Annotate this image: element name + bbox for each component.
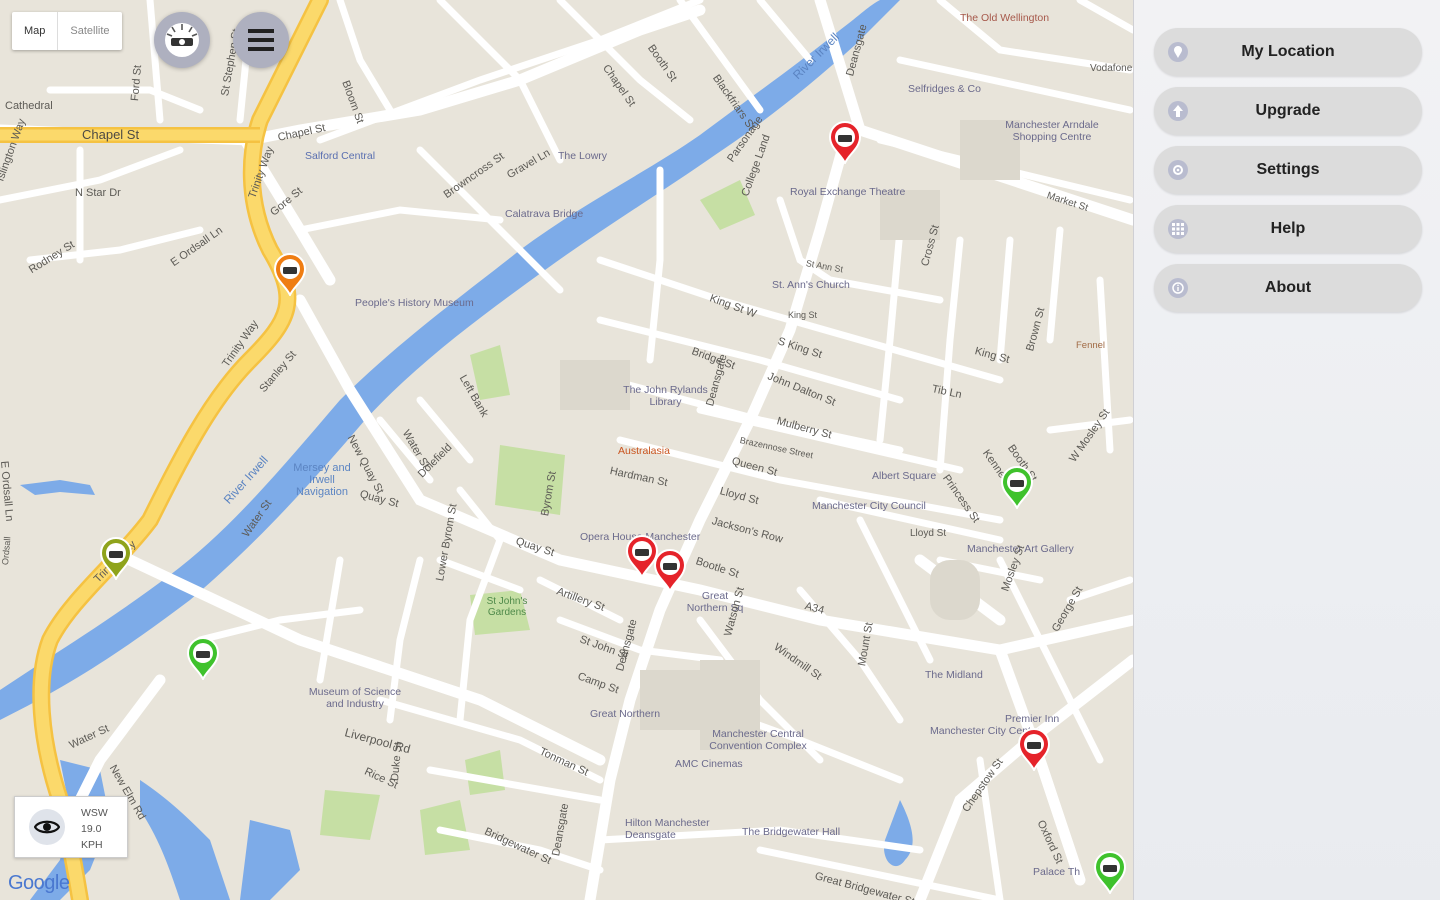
eye-icon[interactable] <box>29 809 65 845</box>
poi-label: Cathedral <box>5 100 53 112</box>
about-button[interactable]: About <box>1154 264 1422 312</box>
poi-label: Manchester City Council <box>812 500 926 512</box>
park-label: St John's Gardens <box>486 596 528 618</box>
settings-label: Settings <box>1256 161 1320 178</box>
poi-label: The John Rylands Library <box>623 384 708 408</box>
poi-label: Manchester Central Convention Complex <box>709 728 807 752</box>
poi-label: Salford Central <box>305 150 376 162</box>
wind-info-box: WSW 19.0 KPH <box>14 796 128 858</box>
camera-marker-green[interactable] <box>1093 850 1127 894</box>
poi-label: Fennel <box>1076 340 1106 351</box>
poi-label: The Lowry <box>558 150 608 162</box>
side-menu-panel: My Location Upgrade Settings Help About <box>1133 0 1440 900</box>
water-label: Mersey and Irwell Navigation <box>293 462 351 498</box>
map-view[interactable]: Chapel St Chapel St Cathedral Salford Ce… <box>0 0 1133 900</box>
app-window: Chapel St Chapel St Cathedral Salford Ce… <box>0 0 1440 900</box>
street-label: Lloyd St <box>910 528 947 539</box>
my-location-label: My Location <box>1241 43 1335 60</box>
street-label: King St <box>788 310 818 320</box>
menu-button[interactable] <box>233 12 289 68</box>
poi-label: The Bridgewater Hall <box>742 826 841 838</box>
wind-speed: 19.0 <box>81 823 102 835</box>
street-label: Chapel St <box>82 127 140 142</box>
map-type-toggle[interactable]: Map Satellite <box>12 12 122 50</box>
settings-gear-icon <box>1168 160 1188 180</box>
poi-label: Great Northern <box>590 708 661 720</box>
poi-label: Museum of Science and Industry <box>308 686 402 710</box>
camera-marker-red[interactable] <box>653 548 687 592</box>
poi-label: Calatrava Bridge <box>505 208 584 220</box>
poi-label: Australasia <box>618 445 670 457</box>
poi-label: The Midland <box>925 669 983 681</box>
poi-label: Manchester Arndale Shopping Centre <box>1005 119 1099 143</box>
street-label: N Star Dr <box>75 187 121 199</box>
google-attribution: Google <box>8 872 70 894</box>
settings-button[interactable]: Settings <box>1154 146 1422 194</box>
wind-direction: WSW <box>81 807 108 819</box>
hamburger-menu-icon <box>248 29 274 51</box>
location-pin-icon <box>1168 42 1188 62</box>
camera-marker-red[interactable] <box>828 120 862 164</box>
poi-label: The Old Wellington <box>960 12 1050 24</box>
about-label: About <box>1264 279 1312 296</box>
google-logo: Google <box>8 872 70 895</box>
camera-marker-green[interactable] <box>186 636 220 680</box>
upgrade-button[interactable]: Upgrade <box>1154 87 1422 135</box>
speed-camera-icon <box>165 23 199 57</box>
map-type-satellite-button[interactable]: Satellite <box>57 12 121 50</box>
poi-label: Selfridges & Co <box>908 83 981 95</box>
poi-label: Palace Th <box>1033 866 1081 878</box>
poi-label: Royal Exchange Theatre <box>790 186 906 198</box>
wind-unit: KPH <box>81 839 103 851</box>
help-label: Help <box>1270 220 1306 237</box>
upgrade-arrow-icon <box>1168 101 1188 121</box>
camera-marker-red[interactable] <box>1017 727 1051 771</box>
upgrade-label: Upgrade <box>1255 102 1321 119</box>
poi-label: People's History Museum <box>355 297 474 309</box>
camera-marker-orange[interactable] <box>273 252 307 296</box>
speed-camera-button[interactable] <box>154 12 210 68</box>
my-location-button[interactable]: My Location <box>1154 28 1422 76</box>
info-icon <box>1168 278 1188 298</box>
poi-label: Hilton Manchester Deansgate <box>625 817 710 841</box>
poi-label: Premier Inn <box>1005 713 1060 725</box>
camera-marker-green[interactable] <box>1000 465 1034 509</box>
help-grid-icon <box>1168 219 1188 239</box>
poi-label: AMC Cinemas <box>675 758 743 770</box>
help-button[interactable]: Help <box>1154 205 1422 253</box>
map-type-map-button[interactable]: Map <box>12 12 57 50</box>
poi-label: Albert Square <box>872 470 937 482</box>
camera-marker-olive[interactable] <box>99 536 133 580</box>
poi-label: St. Ann's Church <box>772 279 850 291</box>
poi-label: Vodafone <box>1090 63 1133 74</box>
